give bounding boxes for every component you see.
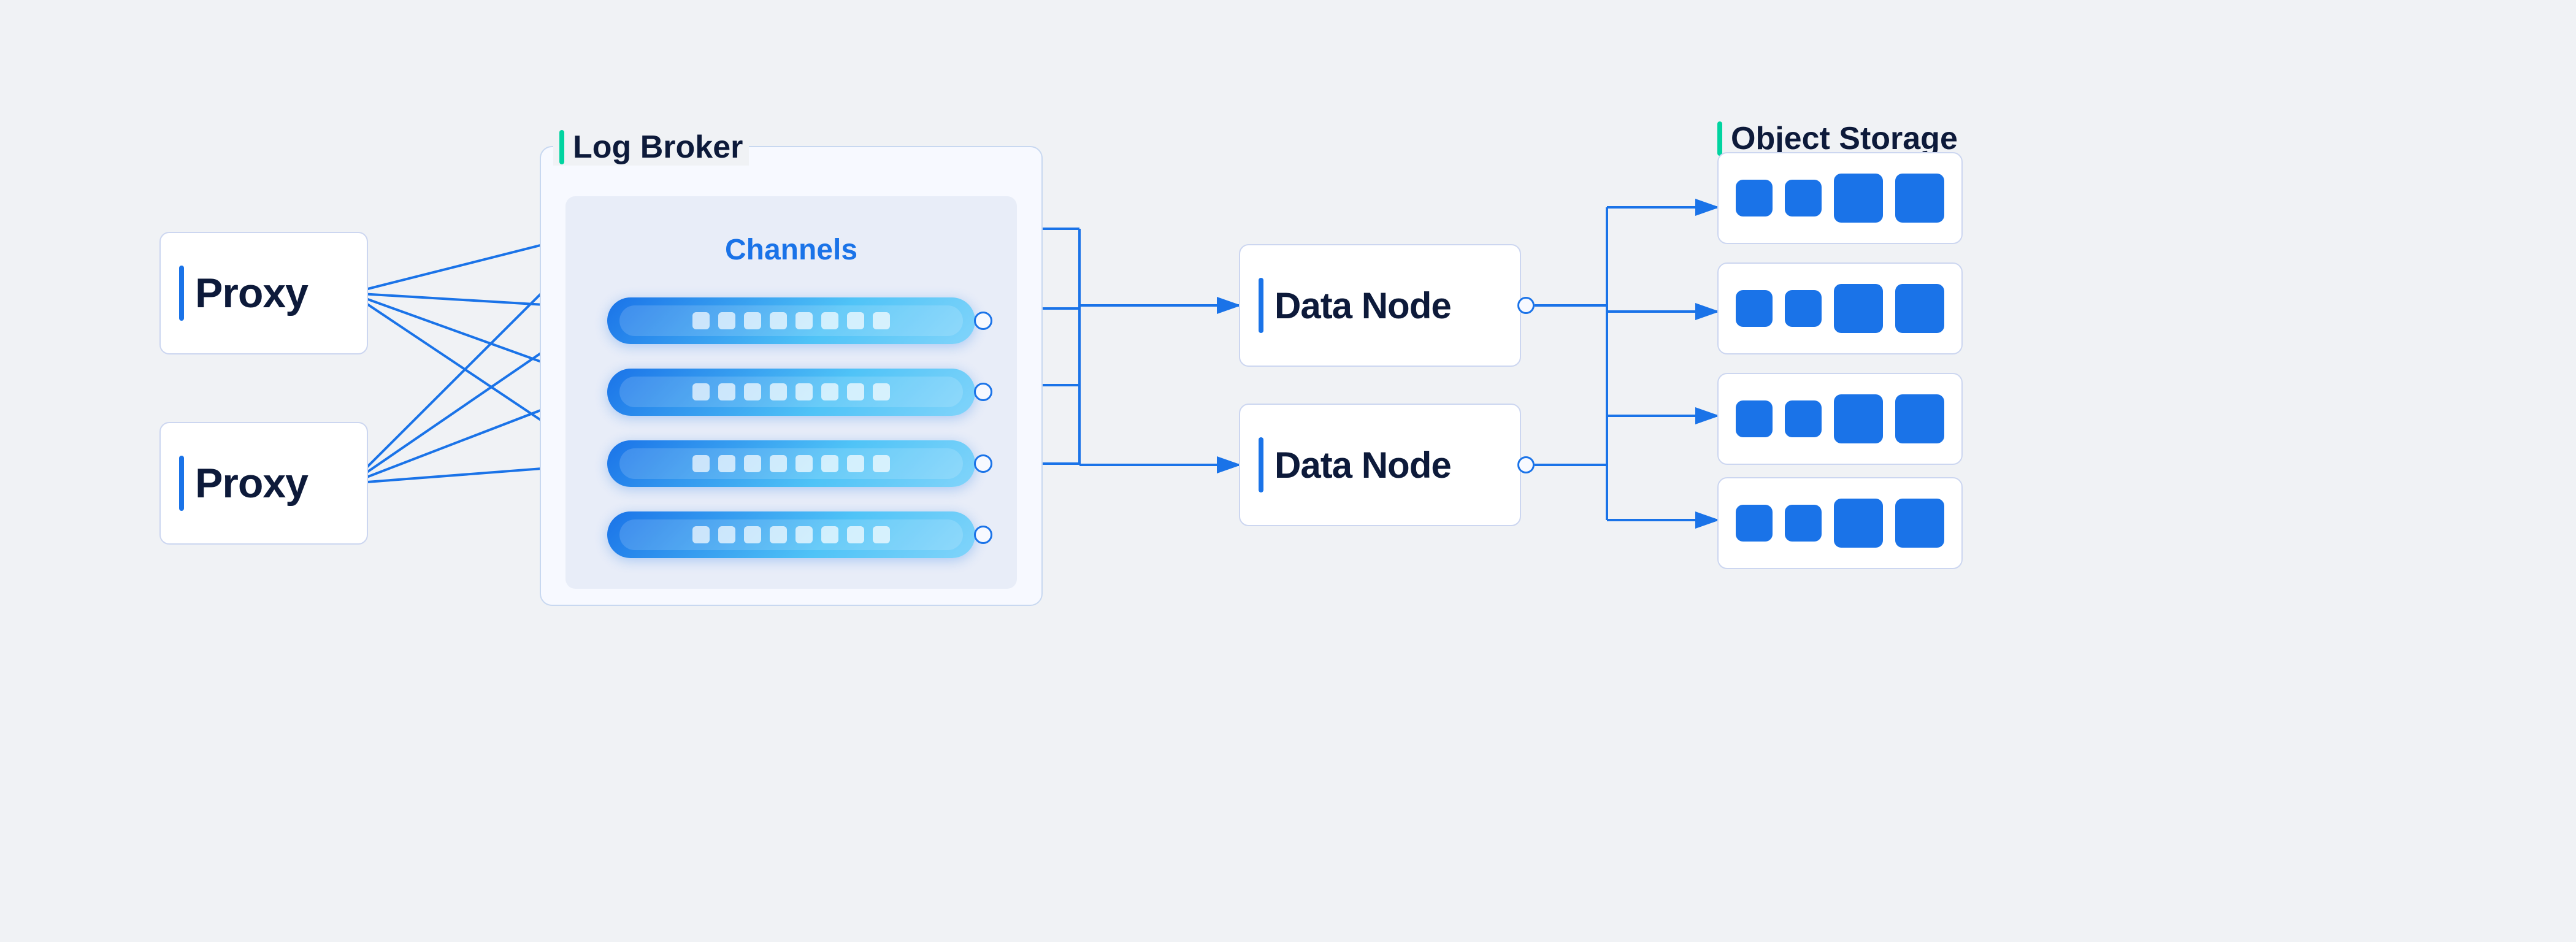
channel-dot	[821, 455, 838, 472]
storage-box-2	[1717, 262, 1963, 354]
proxy-label-2: Proxy	[195, 459, 308, 507]
architecture-diagram: Proxy Proxy Log Broker Channels	[123, 72, 2453, 870]
channel-dot	[770, 312, 787, 329]
object-storage-accent	[1717, 121, 1722, 156]
channel-terminus-2	[974, 383, 992, 401]
channel-inner-1	[619, 305, 963, 336]
channel-dot	[847, 312, 864, 329]
channel-dot	[692, 312, 710, 329]
channel-dot	[873, 455, 890, 472]
data-node-terminus-2	[1517, 456, 1535, 473]
storage-block	[1895, 284, 1944, 333]
storage-box-4	[1717, 477, 1963, 569]
storage-block	[1785, 290, 1822, 327]
channel-dot	[770, 526, 787, 543]
channel-dot	[795, 383, 813, 400]
channel-dot	[744, 526, 761, 543]
storage-block	[1834, 174, 1883, 223]
channel-dot	[847, 455, 864, 472]
storage-block	[1785, 400, 1822, 437]
storage-block	[1895, 174, 1944, 223]
channel-terminus-3	[974, 454, 992, 473]
channel-dot	[821, 312, 838, 329]
channel-dot	[821, 383, 838, 400]
channel-dot	[847, 383, 864, 400]
channels-title: Channels	[725, 233, 857, 267]
storage-block	[1785, 180, 1822, 216]
channel-bar-4	[607, 511, 975, 558]
channel-dot	[847, 526, 864, 543]
proxy-box-1: Proxy	[159, 232, 368, 354]
storage-block	[1895, 499, 1944, 548]
data-node-accent-2	[1259, 437, 1263, 492]
proxy-accent-1	[179, 266, 184, 321]
channel-dot	[718, 312, 735, 329]
channels-container: Channels	[565, 196, 1017, 589]
storage-block	[1834, 394, 1883, 443]
log-broker-accent	[559, 130, 564, 164]
channel-bar-1	[607, 297, 975, 344]
proxy-accent-2	[179, 456, 184, 511]
channel-inner-4	[619, 519, 963, 550]
log-broker-container: Log Broker Channels	[540, 146, 1043, 606]
channel-dot	[692, 526, 710, 543]
channel-dot	[770, 455, 787, 472]
storage-block	[1895, 394, 1944, 443]
channel-dot	[744, 455, 761, 472]
storage-block	[1785, 505, 1822, 542]
object-storage-title: Object Storage	[1711, 120, 1964, 157]
storage-block	[1834, 499, 1883, 548]
storage-block	[1736, 400, 1773, 437]
channel-inner-3	[619, 448, 963, 479]
channel-dot	[692, 455, 710, 472]
data-node-label-1: Data Node	[1275, 285, 1451, 327]
proxy-label-1: Proxy	[195, 269, 308, 317]
channel-dot	[718, 383, 735, 400]
channel-dot	[770, 383, 787, 400]
channel-terminus-1	[974, 312, 992, 330]
data-node-box-2: Data Node	[1239, 404, 1521, 526]
channel-dot	[873, 526, 890, 543]
log-broker-title: Log Broker	[553, 129, 749, 166]
proxy-box-2: Proxy	[159, 422, 368, 545]
channel-dot	[795, 312, 813, 329]
channel-dot	[718, 455, 735, 472]
storage-box-1	[1717, 152, 1963, 244]
data-node-terminus-1	[1517, 297, 1535, 314]
channel-dot	[821, 526, 838, 543]
channel-dot	[873, 383, 890, 400]
data-node-label-2: Data Node	[1275, 444, 1451, 486]
channel-bar-2	[607, 369, 975, 415]
channel-terminus-4	[974, 526, 992, 544]
channel-dot	[795, 526, 813, 543]
data-node-accent-1	[1259, 278, 1263, 333]
storage-block	[1834, 284, 1883, 333]
channel-inner-2	[619, 377, 963, 407]
data-node-box-1: Data Node	[1239, 244, 1521, 367]
channel-bar-3	[607, 440, 975, 487]
storage-block	[1736, 290, 1773, 327]
channel-dot	[744, 312, 761, 329]
channel-dot	[744, 383, 761, 400]
channel-dot	[692, 383, 710, 400]
storage-block	[1736, 505, 1773, 542]
storage-block	[1736, 180, 1773, 216]
storage-box-3	[1717, 373, 1963, 465]
channel-dot	[718, 526, 735, 543]
channel-dot	[795, 455, 813, 472]
channel-dot	[873, 312, 890, 329]
